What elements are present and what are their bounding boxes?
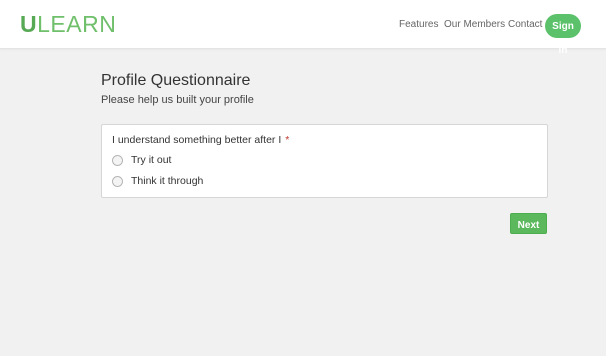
radio-option-try-it-out[interactable]: Try it out	[112, 154, 171, 166]
radio-button[interactable]	[112, 175, 123, 187]
nav-link-our-members[interactable]: Our Members	[444, 19, 505, 30]
brand-logo-initial: U	[20, 11, 38, 37]
radio-option-label: Try it out	[131, 154, 172, 166]
question-text: I understand something better after I	[112, 134, 282, 146]
radio-button[interactable]	[112, 154, 123, 166]
question-card: I understand something better after I * T…	[101, 124, 548, 198]
page-subtitle: Please help us built your profile	[101, 94, 254, 106]
question-label: I understand something better after I *	[112, 134, 289, 146]
brand-logo[interactable]: ULEARN	[20, 11, 116, 38]
page-title: Profile Questionnaire	[101, 72, 251, 89]
required-asterisk: *	[285, 134, 290, 146]
nav-link-contact[interactable]: Contact	[508, 19, 542, 30]
next-button[interactable]: Next	[510, 213, 547, 234]
nav-link-features[interactable]: Features	[399, 19, 438, 30]
top-navbar: ULEARN Features Our Members Contact Sign…	[0, 0, 606, 56]
radio-option-think-it-through[interactable]: Think it through	[112, 175, 203, 187]
brand-logo-text: LEARN	[37, 11, 117, 37]
radio-option-label: Think it through	[131, 175, 204, 187]
sign-in-button[interactable]: Sign in	[545, 14, 581, 56]
